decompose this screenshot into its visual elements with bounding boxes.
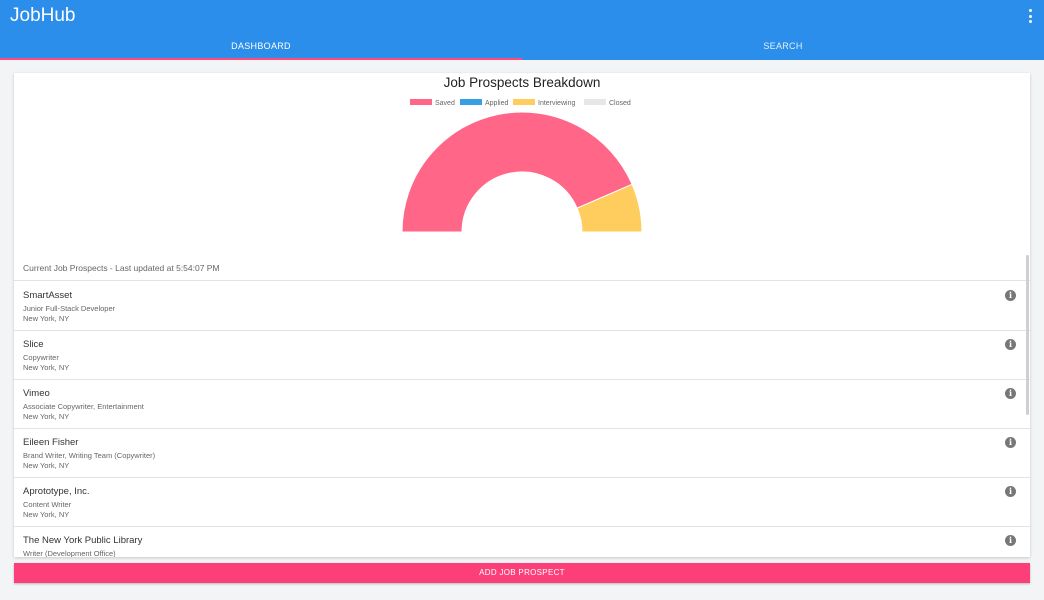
legend-swatch-saved[interactable] [410,99,432,105]
company-name: Slice [23,339,44,350]
tab-search[interactable]: SEARCH [522,35,1044,60]
info-icon[interactable]: i [1005,290,1016,301]
job-title: Brand Writer, Writing Team (Copywriter) [23,451,156,460]
tab-indicator [0,58,522,60]
list-item[interactable]: SmartAsset Junior Full-Stack Developer New… [14,282,1030,331]
list-header: Current Job Prospects - Last updated at … [14,253,1030,281]
legend-swatch-interviewing[interactable] [513,99,535,105]
legend-label-applied: Applied [485,100,508,107]
legend-label-interviewing: Interviewing [538,100,575,107]
chart-svg: Job Prospects Breakdown Saved Applied Inte… [401,75,643,233]
job-title: Junior Full-Stack Developer [23,304,116,313]
company-name: The New York Public Library [23,535,143,546]
info-icon[interactable]: i [1005,437,1016,448]
list-item[interactable]: Slice Copywriter New York, NY i [14,331,1030,380]
list-item[interactable]: Eileen Fisher Brand Writer, Writing Team … [14,429,1030,478]
dashboard-card: Job Prospects Breakdown Saved Applied Inte… [14,73,1030,557]
job-title: Copywriter [23,353,59,362]
legend-swatch-applied[interactable] [460,99,482,105]
legend-label-closed: Closed [609,100,631,107]
more-vert-icon[interactable] [1024,9,1036,23]
list-item[interactable]: Vimeo Associate Copywriter, Entertainment… [14,380,1030,429]
job-title: Writer (Development Office) [23,549,116,557]
legend-swatch-closed[interactable] [584,99,606,105]
list-item[interactable]: Aprototype, Inc. Content Writer New York, … [14,478,1030,527]
info-icon[interactable]: i [1005,388,1016,399]
job-location: New York, NY [23,510,70,519]
list-item[interactable]: The New York Public Library Writer (Devel… [14,527,1030,557]
prospects-chart: Job Prospects Breakdown Saved Applied Inte… [14,73,1030,251]
job-title: Associate Copywriter, Entertainment [23,402,144,411]
chart-slices [401,111,643,233]
list-scrollbar[interactable] [1026,255,1029,415]
job-location: New York, NY [23,314,70,323]
company-name: Vimeo [23,388,50,399]
job-location: New York, NY [23,363,70,372]
app-bar: JobHub DASHBOARD SEARCH [0,0,1044,60]
job-location: New York, NY [23,412,70,421]
app-title: JobHub [10,5,76,26]
prospect-list: SmartAsset Junior Full-Stack Developer New… [14,282,1030,557]
tab-dashboard[interactable]: DASHBOARD [0,35,522,60]
info-icon[interactable]: i [1005,339,1016,350]
info-icon[interactable]: i [1005,486,1016,497]
add-job-prospect-button[interactable]: ADD JOB PROSPECT [14,563,1030,583]
legend-label-saved: Saved [435,100,455,107]
company-name: Aprototype, Inc. [23,486,90,497]
company-name: Eileen Fisher [23,437,79,448]
info-icon[interactable]: i [1005,535,1016,546]
company-name: SmartAsset [23,290,73,301]
chart-legend: Saved Applied Interviewing Closed [410,99,631,107]
chart-title: Job Prospects Breakdown [444,75,601,90]
job-location: New York, NY [23,461,70,470]
job-title: Content Writer [23,500,72,509]
